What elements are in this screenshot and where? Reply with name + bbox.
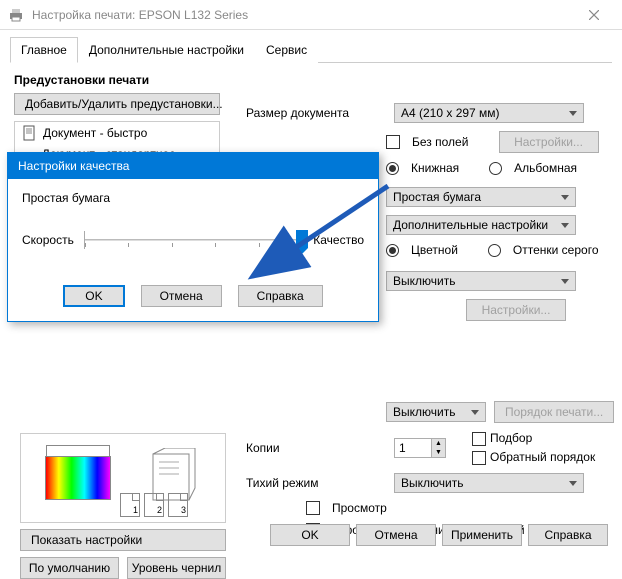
copies-label: Копии [246, 441, 386, 455]
tab-main[interactable]: Главное [10, 37, 78, 63]
orientation-portrait-radio[interactable] [386, 162, 399, 175]
borderless-label: Без полей [412, 135, 468, 149]
dialog-title: Настройки качества [8, 153, 378, 179]
copies-spinner[interactable]: ▲▼ [394, 438, 446, 458]
window-titlebar: Настройка печати: EPSON L132 Series [0, 0, 622, 30]
preset-label: Документ - быстро [43, 126, 147, 140]
collate-checkbox[interactable] [472, 432, 486, 446]
printer-icon [8, 7, 24, 23]
dialog-paper-type: Простая бумага [22, 191, 364, 205]
copies-up[interactable]: ▲ [431, 439, 445, 448]
quiet-mode-select[interactable]: Выключить [394, 473, 584, 493]
add-remove-presets-button[interactable]: Добавить/Удалить предустановки... [14, 93, 220, 115]
collate-label: Подбор [490, 431, 532, 445]
reverse-checkbox[interactable] [472, 451, 486, 465]
copies-input[interactable] [395, 439, 431, 457]
borderless-checkbox[interactable] [386, 135, 400, 149]
print-order-button[interactable]: Порядок печати... [494, 401, 614, 423]
settings-button-disabled[interactable]: Настройки... [466, 299, 566, 321]
reverse-label: Обратный порядок [490, 450, 595, 464]
dialog-cancel-button[interactable]: Отмена [141, 285, 222, 307]
ok-button[interactable]: OK [270, 524, 350, 546]
doc-size-select[interactable]: А4 (210 x 297 мм) [394, 103, 584, 123]
off-select-1[interactable]: Выключить [386, 271, 576, 291]
preview-checkbox[interactable] [306, 501, 320, 515]
color-preview-icon [45, 456, 111, 500]
show-settings-button[interactable]: Показать настройки [20, 529, 226, 551]
orientation-landscape-label: Альбомная [514, 161, 577, 175]
cancel-button[interactable]: Отмена [356, 524, 436, 546]
help-button[interactable]: Справка [528, 524, 608, 546]
slider-speed-label: Скорость [22, 233, 74, 247]
preview-area: 123 [20, 433, 226, 523]
tab-service[interactable]: Сервис [255, 37, 318, 63]
page-order-icon: 123 [120, 493, 188, 517]
preview-label: Просмотр [332, 501, 387, 515]
defaults-button[interactable]: По умолчанию [20, 557, 119, 579]
doc-size-label: Размер документа [246, 106, 386, 120]
document-icon [21, 125, 37, 141]
borderless-settings-button[interactable]: Настройки... [499, 131, 599, 153]
ink-levels-button[interactable]: Уровень чернил [127, 557, 226, 579]
quality-settings-dialog: Настройки качества Простая бумага Скорос… [7, 152, 379, 322]
grayscale-label: Оттенки серого [513, 243, 599, 257]
close-button[interactable] [574, 0, 614, 30]
orientation-portrait-label: Книжная [411, 161, 459, 175]
advanced-settings-select[interactable]: Дополнительные настройки [386, 215, 576, 235]
presets-title: Предустановки печати [14, 73, 608, 87]
tab-advanced[interactable]: Дополнительные настройки [78, 37, 255, 63]
window-title: Настройка печати: EPSON L132 Series [32, 8, 574, 22]
dialog-ok-button[interactable]: OK [63, 285, 124, 307]
orientation-landscape-radio[interactable] [489, 162, 502, 175]
dialog-help-button[interactable]: Справка [238, 285, 323, 307]
copies-down[interactable]: ▼ [431, 448, 445, 457]
apply-button[interactable]: Применить [442, 524, 522, 546]
off-select-2[interactable]: Выключить [386, 402, 486, 422]
color-radio[interactable] [386, 244, 399, 257]
color-label: Цветной [411, 243, 458, 257]
list-item[interactable]: Документ - быстро [15, 122, 219, 144]
quality-slider[interactable] [84, 231, 303, 249]
tab-bar: Главное Дополнительные настройки Сервис [10, 36, 612, 63]
slider-quality-label: Качество [313, 233, 364, 247]
slider-thumb[interactable] [296, 230, 308, 248]
grayscale-radio[interactable] [488, 244, 501, 257]
dialog-footer: OK Отмена Применить Справка [270, 524, 608, 546]
quiet-mode-label: Тихий режим [246, 476, 386, 490]
paper-type-select[interactable]: Простая бумага [386, 187, 576, 207]
